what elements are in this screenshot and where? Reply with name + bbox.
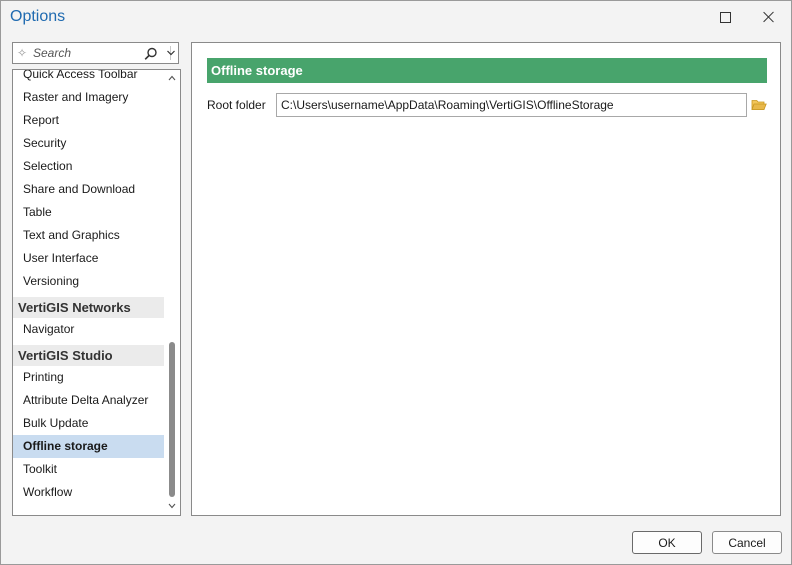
sidebar-item-selection[interactable]: Selection: [13, 155, 164, 178]
title-bar: Options: [1, 1, 791, 33]
scrollbar-thumb[interactable]: [169, 342, 175, 497]
sidebar-item-offline-storage[interactable]: Offline storage: [13, 435, 164, 458]
search-icon[interactable]: [144, 47, 158, 61]
options-list: Quick Access Toolbar Raster and Imagery …: [13, 70, 164, 504]
section-header: Offline storage: [207, 58, 767, 83]
sidebar-item-workflow[interactable]: Workflow: [13, 481, 164, 504]
sidebar-item-share-and-download[interactable]: Share and Download: [13, 178, 164, 201]
options-navigation: Quick Access Toolbar Raster and Imagery …: [12, 69, 181, 516]
sidebar-item-versioning[interactable]: Versioning: [13, 270, 164, 293]
sidebar-item-attribute-delta-analyzer[interactable]: Attribute Delta Analyzer: [13, 389, 164, 412]
root-folder-input[interactable]: [276, 93, 747, 117]
chevron-down-icon[interactable]: [166, 48, 176, 58]
sidebar-item-navigator[interactable]: Navigator: [13, 318, 164, 341]
group-header-vertigis-studio: VertiGIS Studio: [13, 345, 164, 366]
scroll-down-icon[interactable]: [168, 502, 176, 510]
sidebar-item-security[interactable]: Security: [13, 132, 164, 155]
settings-panel: Offline storage Root folder: [191, 42, 781, 516]
sidebar-item-report[interactable]: Report: [13, 109, 164, 132]
folder-open-icon[interactable]: [751, 98, 767, 111]
sidebar-item-table[interactable]: Table: [13, 201, 164, 224]
close-button[interactable]: [747, 1, 791, 33]
sidebar-item-bulk-update[interactable]: Bulk Update: [13, 412, 164, 435]
sidebar-item-quick-access-toolbar[interactable]: Quick Access Toolbar: [13, 70, 164, 86]
search-input[interactable]: [33, 45, 143, 61]
group-header-vertigis-networks: VertiGIS Networks: [13, 297, 164, 318]
window-title: Options: [10, 8, 66, 25]
options-dialog: Options ✧ Quick Access Toolbar Raster an…: [0, 0, 792, 565]
search-box: ✧: [12, 42, 179, 64]
cancel-button[interactable]: Cancel: [712, 531, 782, 554]
sidebar-item-toolkit[interactable]: Toolkit: [13, 458, 164, 481]
sidebar-item-raster-and-imagery[interactable]: Raster and Imagery: [13, 86, 164, 109]
maximize-button[interactable]: [703, 1, 747, 33]
sidebar-item-text-and-graphics[interactable]: Text and Graphics: [13, 224, 164, 247]
root-folder-label: Root folder: [207, 98, 266, 112]
close-icon: [763, 11, 775, 23]
scroll-up-icon[interactable]: [168, 74, 176, 82]
sidebar-scrollbar[interactable]: [164, 70, 180, 515]
ok-button[interactable]: OK: [632, 531, 702, 554]
sidebar-item-printing[interactable]: Printing: [13, 366, 164, 389]
maximize-icon: [719, 11, 731, 23]
sparkle-icon: ✧: [17, 46, 28, 60]
sidebar-item-user-interface[interactable]: User Interface: [13, 247, 164, 270]
